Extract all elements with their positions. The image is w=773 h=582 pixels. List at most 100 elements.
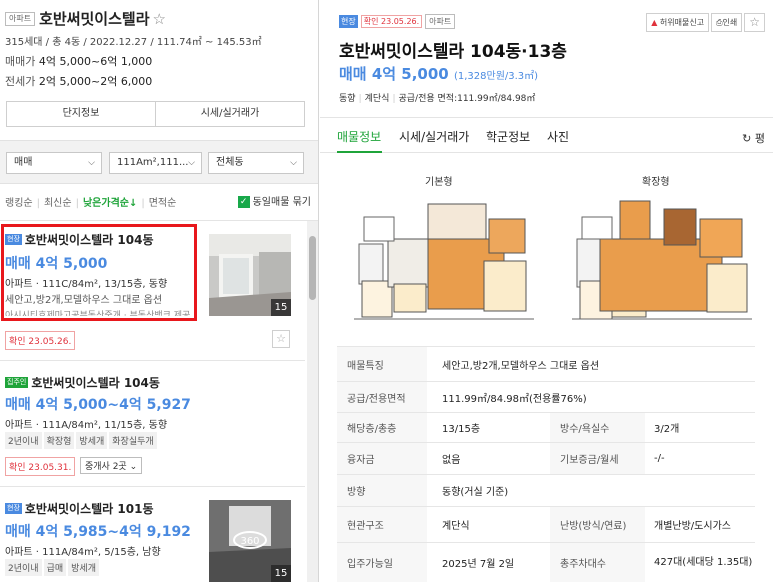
confirm-date: 확인 23.05.31.: [5, 457, 76, 476]
jeonse-price-value: 2억 5,000~2억 6,000: [38, 75, 153, 88]
table-row: 현관구조 계단식 난방(방식/연료) 개별난방/도시가스: [337, 506, 755, 542]
confirm-date: 확인 23.05.26.: [5, 331, 76, 350]
sale-price-range: 매매가 4억 5,000~6억 1,000: [5, 53, 152, 69]
sort-area[interactable]: 면적순: [149, 198, 177, 209]
listing-panel: 아파트 호반써밋이스텔라 ☆ 315세대 / 총 4동 / 2022.12.27 /…: [0, 0, 319, 582]
row-label: 방수/욕실수: [550, 413, 645, 442]
sort-latest[interactable]: 최신순: [44, 198, 72, 209]
row-value: 3/2개: [654, 424, 680, 435]
table-row: 융자금 없음 기보증금/월세 -/-: [337, 442, 755, 474]
complex-info: 315세대 / 총 4동 / 2022.12.27 / 111.74㎡ ~ 14…: [5, 37, 262, 48]
photo-count: 15: [271, 565, 291, 582]
listing-photo[interactable]: 360 15: [209, 500, 291, 582]
badge-owner: 집주인: [5, 377, 29, 388]
tag: 급매: [43, 559, 67, 576]
listing-name: 호반써밋이스텔라 104동: [31, 376, 160, 390]
floor-plan-basic[interactable]: [354, 189, 534, 327]
listing-photo[interactable]: 15: [209, 234, 291, 316]
row-label: 총주차대수: [550, 543, 645, 582]
row-label: 입주가능일: [337, 543, 427, 582]
row-label: 기보증금/월세: [550, 443, 645, 474]
svg-text:360: 360: [240, 536, 259, 547]
divider: [0, 220, 318, 221]
tab-photos[interactable]: 사진: [547, 128, 569, 145]
tag: 방세개: [68, 559, 99, 576]
trade-type-value: 매매: [14, 157, 33, 168]
row-label: 매물특징: [337, 347, 427, 381]
jeonse-price-range: 전세가 2억 5,000~2억 6,000: [5, 73, 152, 89]
listing-tags: 2년이내 급매 방세개: [5, 559, 101, 576]
sale-price-value: 4억 5,000~6억 1,000: [38, 55, 153, 68]
tab-complex-info[interactable]: 단지정보: [7, 102, 155, 126]
tab-price-history[interactable]: 시세/실거래가: [155, 102, 304, 126]
dong-value: 전체동: [216, 157, 244, 168]
floor-plan-extended[interactable]: [572, 189, 752, 327]
scrollbar-thumb[interactable]: [309, 236, 316, 300]
listing-spec: 아파트 · 111A/84m², 5/15층, 남향: [5, 547, 161, 558]
tab-listing-info[interactable]: 매물정보: [337, 128, 381, 145]
report-button[interactable]: ▲ 허위매물신고: [646, 13, 710, 32]
favorite-star-icon[interactable]: ☆: [153, 10, 166, 28]
row-value: 2025년 7월 2일: [442, 559, 515, 570]
detail-summary: 동향 | 계단식 | 공급/전용 면적:111.99㎡/84.98㎡: [339, 94, 536, 104]
tag: 2년이내: [5, 559, 42, 576]
row-value: 111.99㎡/84.98㎡(전용률76%): [442, 393, 587, 405]
listing-name: 호반써밋이스텔라 101동: [24, 502, 154, 516]
area-value: 111Am²,111...: [117, 157, 189, 168]
detail-price: 매매 4억 5,000 (1,328만원/3.3㎡): [339, 63, 538, 84]
detail-tabs: 매물정보 시세/실거래가 학군정보 사진 ↻ 평: [320, 117, 773, 153]
row-label: 융자금: [337, 443, 427, 474]
row-label: 해당층/총층: [337, 413, 427, 442]
detail-badges: 현장 확인 23.05.26. 아파트: [339, 14, 458, 29]
row-label: 방향: [337, 475, 427, 506]
listing-price: 매매 4억 5,985~4억 9,192: [5, 524, 191, 540]
sort-options: 랭킹순 | 최신순 | 낮은가격순↓ | 면적순 ✓ 동일매물 묶기: [5, 194, 315, 209]
tag: 확장형: [43, 432, 75, 449]
row-value: 개별난방/도시가스: [654, 521, 731, 532]
chevron-down-icon: ⌵: [290, 158, 297, 168]
type-tag: 아파트: [425, 14, 456, 29]
detail-price-value: 매매 4억 5,000: [339, 65, 449, 83]
selected-highlight: [1, 224, 197, 321]
same-listing-checkbox[interactable]: ✓ 동일매물 묶기: [237, 193, 311, 208]
detail-actions: ▲ 허위매물신고 ⎙인쇄 ☆: [644, 13, 765, 32]
row-value: -/-: [654, 453, 665, 464]
row-value: 세안고,방2개,모델하우스 그대로 옵션: [442, 360, 600, 372]
listing-spec: 아파트 · 111A/84m², 11/15층, 동향: [5, 420, 168, 431]
detail-panel: 현장 확인 23.05.26. 아파트 ▲ 허위매물신고 ⎙인쇄 ☆ 호반써밋이스텔…: [320, 0, 773, 582]
print-button[interactable]: ⎙인쇄: [711, 13, 743, 32]
table-row: 방향 동향(거실 기준): [337, 474, 755, 506]
badge-field: 현장: [339, 15, 358, 28]
table-row: 공급/전용면적 111.99㎡/84.98㎡(전용률76%): [337, 381, 755, 412]
area-unit-toggle[interactable]: ↻ 평: [742, 130, 765, 146]
favorite-icon[interactable]: ☆: [272, 330, 290, 348]
row-value: 13/15층: [442, 424, 481, 435]
tag: 2년이내: [5, 432, 42, 449]
row-label: 공급/전용면적: [337, 382, 427, 412]
siren-icon: ▲: [651, 18, 658, 27]
tab-price-history[interactable]: 시세/실거래가: [399, 128, 469, 145]
active-tab-indicator: [337, 151, 382, 153]
sort-ranking[interactable]: 랭킹순: [5, 198, 33, 209]
tab-school-info[interactable]: 학군정보: [486, 128, 530, 145]
table-row: 입주가능일 2025년 7월 2일 총주차대수 427대(세대당 1.35대): [337, 542, 755, 582]
badge-field: 현장: [5, 503, 22, 514]
row-value: 없음: [442, 455, 461, 466]
complex-title[interactable]: 호반써밋이스텔라: [39, 10, 149, 28]
area-select[interactable]: 111Am²,111... ⌵: [109, 152, 202, 174]
complex-tabs: 단지정보 시세/실거래가: [6, 101, 305, 127]
sort-low-price[interactable]: 낮은가격순↓: [83, 198, 137, 209]
confirm-date: 확인 23.05.26.: [360, 15, 423, 28]
table-row: 매물특징 세안고,방2개,모델하우스 그대로 옵션: [337, 346, 755, 381]
brokers-dropdown[interactable]: 중개사 2곳 ⌄: [80, 457, 143, 474]
list-item[interactable]: 집주인 호반써밋이스텔라 104동 매매 4억 5,000~4억 5,927 아파…: [0, 374, 305, 476]
row-value: 계단식: [442, 521, 470, 532]
favorite-star-icon[interactable]: ☆: [744, 13, 765, 32]
detail-price-per: (1,328만원/3.3㎡): [453, 71, 539, 82]
divider: [0, 486, 305, 487]
photo-count: 15: [271, 299, 291, 316]
list-item[interactable]: 현장 호반써밋이스텔라 101동 매매 4억 5,985~4억 9,192 아파트…: [0, 500, 305, 582]
trade-type-select[interactable]: 매매 ⌵: [6, 152, 102, 174]
row-value: 427대(세대당 1.35대): [654, 556, 753, 568]
dong-select[interactable]: 전체동 ⌵: [208, 152, 304, 174]
